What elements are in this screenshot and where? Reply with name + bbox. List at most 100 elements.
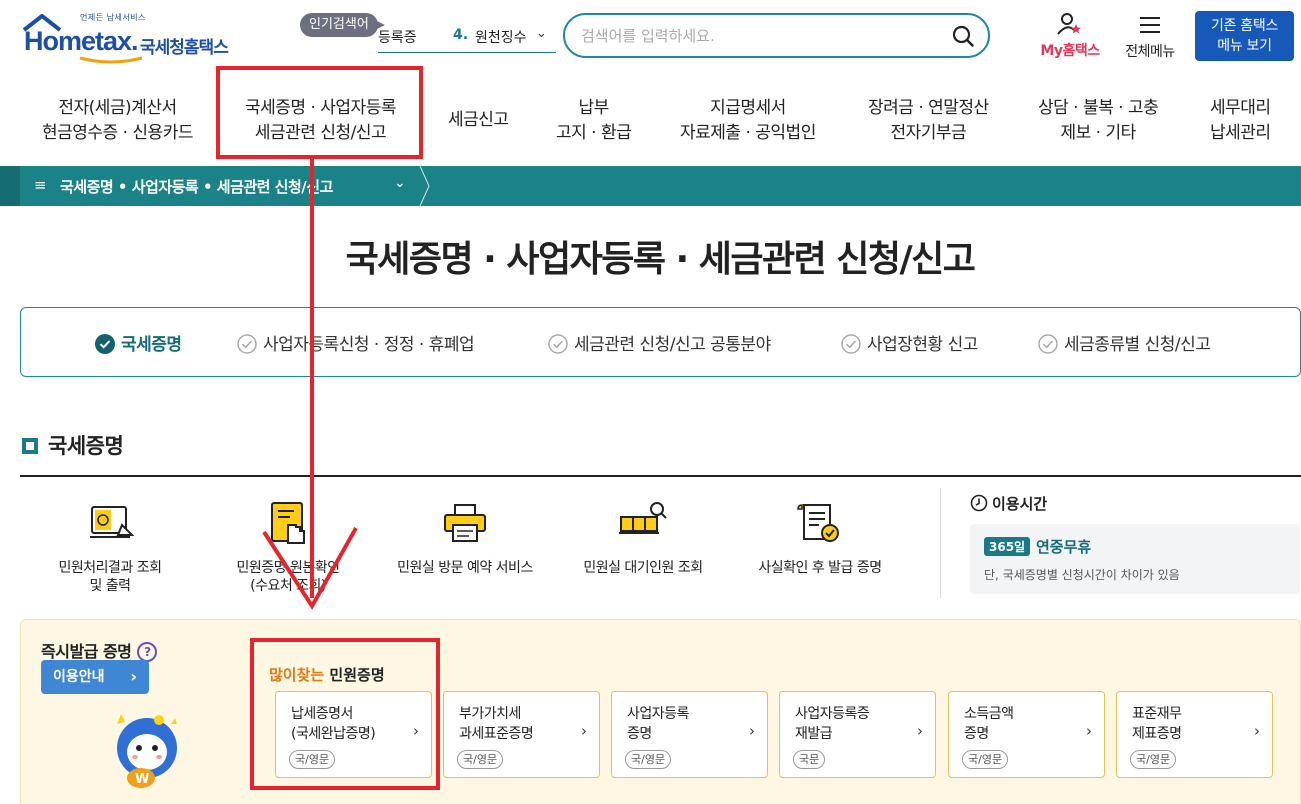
gnb-item-line1: 지급명세서 — [710, 98, 786, 118]
main-navigation: 전자(세금)계산서 현금영수증 · 신용카드 국세증명 · 사업자등록 세금관련… — [0, 72, 1301, 166]
service-label-line1: 민원실 대기인원 조회 — [583, 560, 703, 576]
gnb-item-line1: 세금신고 — [448, 110, 509, 130]
gnb-item-line2: 세금관련 신청/신고 — [254, 123, 387, 143]
hometax-logo[interactable]: 언제든 납세서비스 Hometax. 국세청홈택스 — [22, 12, 237, 64]
popular-certificates-label: 많이찾는 민원증명 — [269, 664, 385, 685]
tab-common-applications[interactable]: 세금관련 신청/신고 공통분야 — [548, 330, 771, 355]
my-hometax-link[interactable]: My홈택스 — [1035, 12, 1105, 62]
card-subtitle: 재발급 — [795, 726, 833, 742]
gnb-item-line2: 전자기부금 — [890, 123, 967, 143]
service-result-inquiry[interactable]: 민원처리결과 조회 및 출력 — [20, 495, 200, 595]
gnb-item-e-invoice[interactable]: 전자(세금)계산서 현금영수증 · 신용카드 — [42, 96, 193, 146]
section-title: 국세증명 — [22, 430, 124, 460]
tab-label: 국세증명 — [121, 335, 182, 355]
gnb-item-line1: 상담 · 불복 · 고충 — [1038, 98, 1159, 118]
search-input[interactable] — [581, 23, 941, 49]
chevron-right-icon: › — [749, 722, 755, 740]
card-financial-statement-certificate[interactable]: 표준재무 제표증명 › 국/영문 — [1116, 691, 1273, 778]
usage-guide-label: 이용안내 — [53, 669, 105, 685]
service-verified-issuance[interactable]: 사실확인 후 발급 증명 — [730, 495, 910, 577]
ticker-keyword[interactable]: 원천징수 — [475, 27, 535, 47]
document-screen-icon — [90, 506, 135, 538]
service-label-line1: 민원실 방문 예약 서비스 — [397, 560, 533, 576]
tab-business-registration[interactable]: 사업자등록신청 · 정정 · 휴폐업 — [237, 330, 475, 355]
service-original-verification[interactable]: 민원증명 원본확인 (수요처 조회) — [198, 495, 378, 595]
section-title-text: 국세증명 — [48, 434, 124, 458]
tab-tax-certificates[interactable]: 국세증명 — [95, 330, 182, 355]
check-circle-icon — [95, 334, 115, 354]
card-income-certificate[interactable]: 소득금액증명 › 국/영문 — [948, 691, 1105, 778]
instant-issue-title: 즉시발급 증명? — [41, 638, 158, 662]
old-hometax-menu-button[interactable]: 기존 홈택스 메뉴 보기 — [1195, 11, 1294, 61]
language-tag: 국/영문 — [962, 750, 1009, 769]
check-circle-icon — [841, 334, 861, 354]
chevron-right-icon: › — [917, 722, 923, 740]
gnb-item-tax-agent[interactable]: 세무대리 납세관리 — [1210, 96, 1271, 146]
tab-by-tax-type[interactable]: 세금종류별 신청/신고 — [1038, 330, 1211, 355]
service-label-line2: 및 출력 — [89, 578, 131, 594]
language-tag: 국/영문 — [289, 750, 336, 769]
chevron-down-icon[interactable]: ⌄ — [536, 26, 547, 41]
popular-accent: 많이찾는 — [269, 666, 325, 684]
language-tag: 국/영문 — [625, 750, 672, 769]
tab-site-status-report[interactable]: 사업장현황 신고 — [841, 330, 978, 355]
gnb-item-line1: 장려금 · 연말정산 — [868, 98, 989, 118]
gnb-item-line2: 고지 · 환급 — [556, 123, 632, 143]
gnb-item-tax-report[interactable]: 세금신고 — [448, 108, 509, 133]
vertical-divider — [940, 488, 941, 598]
gnb-item-line1: 세무대리 — [1210, 98, 1271, 118]
search-icon[interactable] — [952, 25, 974, 47]
gnb-item-consulting[interactable]: 상담 · 불복 · 고충 제보 · 기타 — [1038, 96, 1159, 146]
gnb-item-statements[interactable]: 지급명세서 자료제출 · 공익법인 — [680, 96, 816, 146]
gnb-item-incentives[interactable]: 장려금 · 연말정산 전자기부금 — [868, 96, 989, 146]
help-icon[interactable]: ? — [137, 642, 158, 662]
chevron-right-icon: › — [1086, 722, 1092, 740]
check-circle-icon — [1038, 334, 1058, 354]
popular-search-ticker[interactable]: 등록증 4. 원천징수 ⌄ — [378, 23, 556, 53]
card-registration-reissue[interactable]: 사업자등록증 재발급 › 국문 — [779, 691, 936, 778]
service-waiting-count[interactable]: 민원실 대기인원 조회 — [553, 495, 733, 577]
card-subtitle: 증명 — [964, 726, 989, 742]
mascot-icon: W — [117, 714, 177, 788]
gnb-item-certificates[interactable]: 국세증명 · 사업자등록 세금관련 신청/신고 — [245, 96, 396, 146]
card-title: 소득금액 — [964, 706, 1014, 722]
card-tax-payment-certificate[interactable]: 납세증명서 (국세완납증명) › 국/영문 — [275, 691, 432, 778]
instant-issue-panel: 즉시발급 증명? 이용안내 › W 많이찾는 민원증명 납세증명서 (국세완납증명… — [20, 619, 1301, 804]
breadcrumb-edge — [0, 166, 20, 206]
my-hometax-label: My홈택스 — [1040, 43, 1100, 59]
section-divider — [20, 475, 1301, 477]
old-menu-line1: 기존 홈택스 — [1210, 18, 1279, 34]
service-hours-note: 단, 국세증명별 신청시간이 차이가 있음 — [984, 568, 1180, 582]
document-hand-icon — [271, 502, 305, 544]
usage-guide-button[interactable]: 이용안내 › — [41, 660, 149, 694]
service-label-line1: 민원처리결과 조회 — [58, 560, 163, 576]
breadcrumb[interactable]: ≡ 국세증명 • 사업자등록 • 세금관련 신청/신고 ⌄ — [20, 166, 422, 206]
service-label-line1: 민원증명 원본확인 — [236, 560, 341, 576]
certificate-check-icon — [797, 504, 839, 542]
gnb-item-line2: 제보 · 기타 — [1060, 123, 1136, 143]
tab-label: 사업장현황 신고 — [867, 335, 978, 355]
hamburger-icon — [1140, 17, 1160, 33]
gnb-item-payment[interactable]: 납부 고지 · 환급 — [556, 96, 632, 146]
instant-issue-title-text: 즉시발급 증명 — [41, 642, 132, 661]
search-box — [563, 13, 990, 58]
365-badge: 365일 — [984, 537, 1031, 556]
logo-name: 국세청홈택스 — [140, 38, 229, 58]
popular-rest: 민원증명 — [324, 666, 385, 684]
service-label-line1: 사실확인 후 발급 증명 — [758, 560, 882, 576]
tab-label: 세금관련 신청/신고 공통분야 — [574, 335, 771, 355]
chevron-right-icon: › — [581, 722, 587, 740]
all-menu-button[interactable]: 전체메뉴 — [1118, 14, 1182, 62]
gnb-item-line2: 납세관리 — [1210, 123, 1271, 143]
svg-text:W: W — [135, 772, 149, 787]
chevron-down-icon[interactable]: ⌄ — [394, 175, 406, 191]
card-title: 사업자등록증 — [795, 706, 870, 722]
service-visit-reservation[interactable]: 민원실 방문 예약 서비스 — [375, 495, 555, 577]
old-menu-line2: 메뉴 보기 — [1217, 38, 1272, 54]
logo-wordmark: Hometax. — [24, 26, 139, 56]
card-business-registration-certificate[interactable]: 사업자등록 증명 › 국/영문 — [611, 691, 768, 778]
tab-label: 사업자등록신청 · 정정 · 휴폐업 — [263, 335, 475, 355]
card-vat-base-certificate[interactable]: 부가가치세 과세표준증명 › 국/영문 — [443, 691, 600, 778]
card-subtitle: (국세완납증명) — [291, 726, 376, 742]
logo-swoosh-icon — [79, 56, 143, 64]
